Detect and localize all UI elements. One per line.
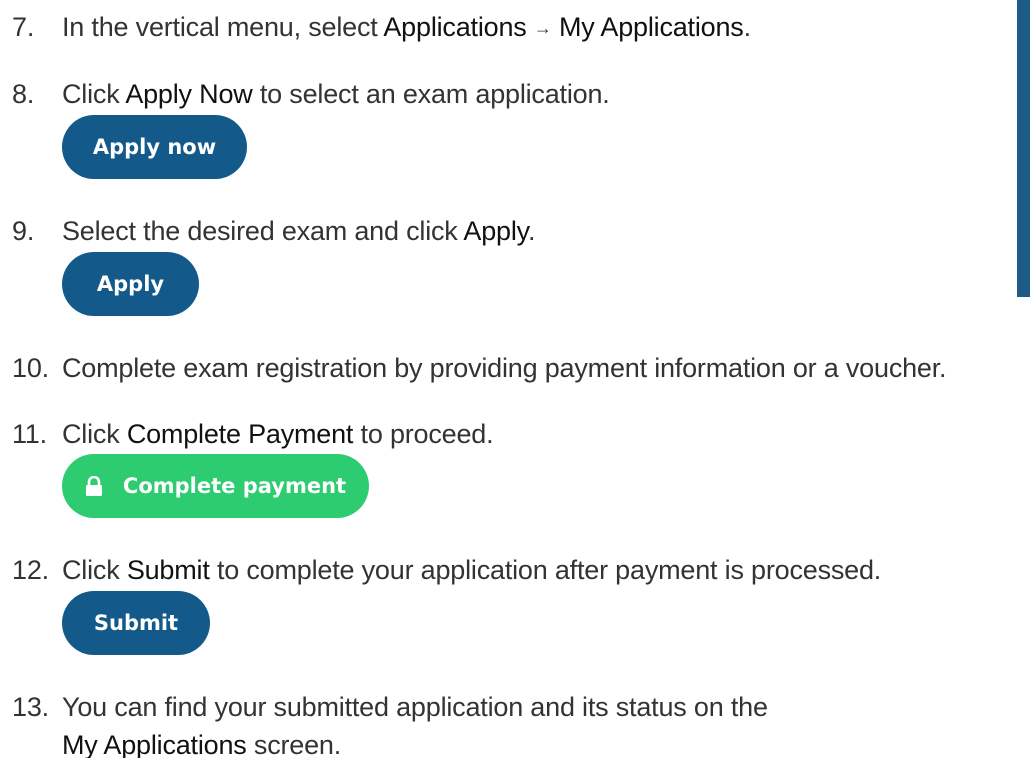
step-12: 12. Click Submit to complete your applica… xyxy=(12,552,881,588)
step-text: You can find your submitted application … xyxy=(62,692,768,722)
step-keyword: Apply Now xyxy=(125,79,253,109)
step-text: Click xyxy=(62,79,126,109)
step-number: 9. xyxy=(12,216,35,246)
step-number: 10. xyxy=(12,353,49,383)
submit-button-label: Submit xyxy=(93,611,179,635)
step-number: 12. xyxy=(12,555,49,585)
step-13: 13. You can find your submitted applicati… xyxy=(12,689,768,725)
step-number: 8. xyxy=(12,79,35,109)
step-text: In the vertical menu, select xyxy=(62,12,384,42)
menu-item-my-applications: My Applications xyxy=(559,12,744,42)
step-keyword: Submit xyxy=(126,555,210,585)
instructions-page: 7. In the vertical menu, select Applicati… xyxy=(0,0,1030,758)
lock-icon xyxy=(85,475,103,496)
step-text: Complete exam registration by providing … xyxy=(62,353,947,383)
step-number: 11. xyxy=(12,419,47,449)
screen-name-my-applications: My Applications xyxy=(62,730,247,758)
step-keyword: Complete Payment xyxy=(126,419,354,449)
side-panel-edge xyxy=(1017,0,1030,297)
apply-button-label: Apply xyxy=(96,272,165,296)
step-keyword: Apply xyxy=(463,216,528,246)
apply-now-button[interactable]: Apply now xyxy=(62,115,247,179)
step-text: Click xyxy=(62,419,127,449)
step-text: Click xyxy=(62,555,127,585)
complete-payment-button[interactable]: Complete payment xyxy=(62,454,369,518)
step-10: 10. Complete exam registration by providi… xyxy=(12,350,947,386)
menu-item-applications: Applications xyxy=(383,12,527,42)
complete-payment-button-label: Complete payment xyxy=(122,474,347,498)
apply-button[interactable]: Apply xyxy=(62,252,199,316)
arrow-icon: → xyxy=(533,18,552,38)
step-7: 7. In the vertical menu, select Applicati… xyxy=(12,9,751,46)
step-text: Select the desired exam and click xyxy=(62,216,464,246)
step-8: 8. Click Apply Now to select an exam appl… xyxy=(12,76,610,112)
step-13-continued: My Applications screen. xyxy=(62,730,342,758)
submit-button[interactable]: Submit xyxy=(62,591,210,655)
step-number: 13. xyxy=(12,692,49,722)
apply-now-button-label: Apply now xyxy=(92,135,217,159)
step-number: 7. xyxy=(12,12,35,42)
step-11: 11. Click Complete Payment to proceed. xyxy=(12,416,494,452)
step-9: 9. Select the desired exam and click Appl… xyxy=(12,213,535,249)
